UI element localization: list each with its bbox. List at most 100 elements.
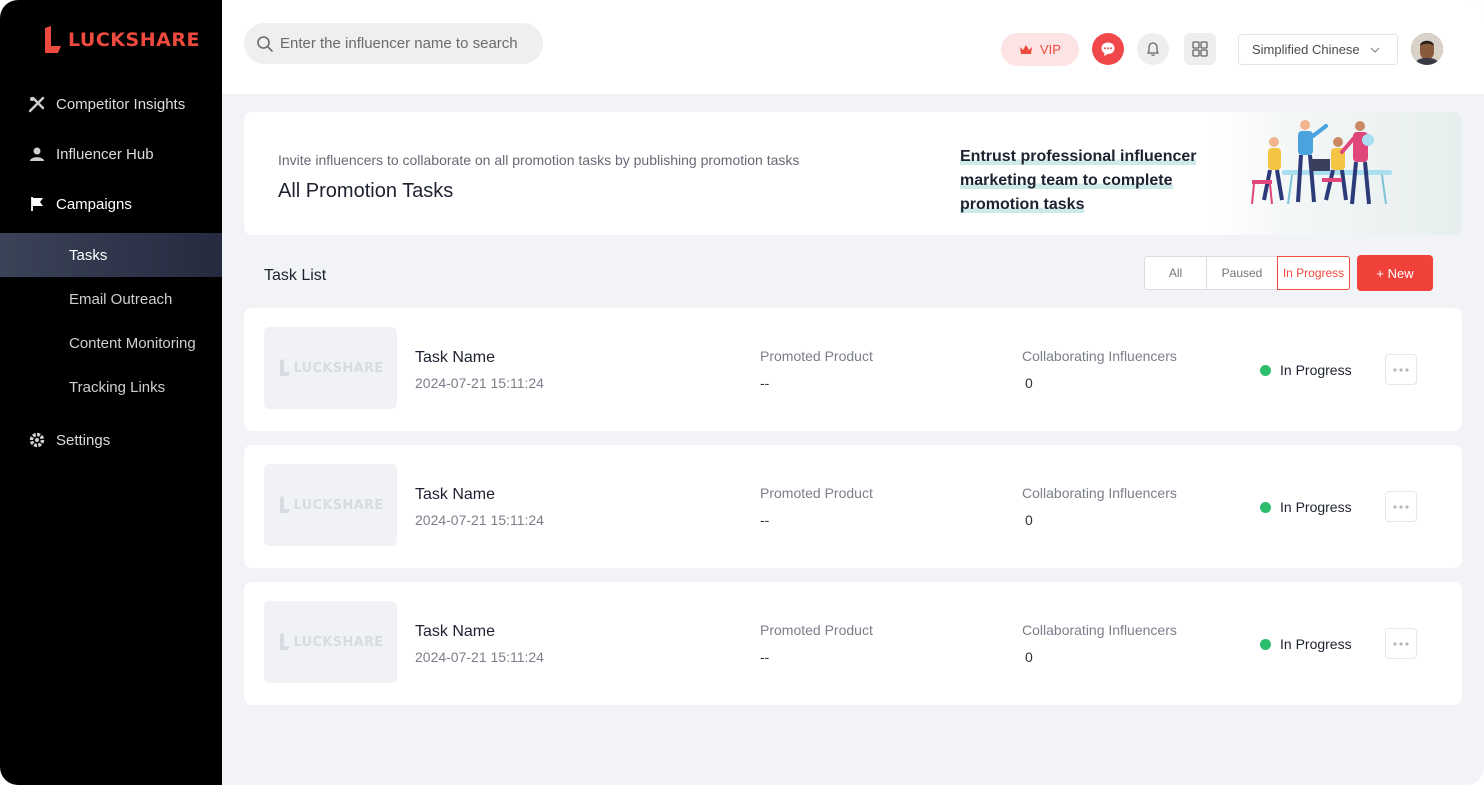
- ellipsis-icon: [1393, 641, 1409, 646]
- page-title: All Promotion Tasks: [278, 180, 454, 202]
- task-card[interactable]: LUCKSHARE Task Name 2024-07-21 15:11:24 …: [244, 308, 1462, 431]
- status-text: In Progress: [1280, 362, 1352, 378]
- sidebar-subitem-label: Tracking Links: [69, 378, 166, 396]
- promoted-product-label: Promoted Product: [760, 485, 873, 501]
- tab-paused[interactable]: Paused: [1206, 256, 1278, 290]
- chat-icon: [1101, 42, 1115, 56]
- logo-placeholder-icon: [279, 359, 290, 376]
- apps-button[interactable]: [1184, 33, 1216, 65]
- status-text: In Progress: [1280, 636, 1352, 652]
- vip-button[interactable]: VIP: [1001, 33, 1079, 66]
- influencer-icon: [28, 145, 46, 163]
- promoted-product-label: Promoted Product: [760, 348, 873, 364]
- brand-name: LUCKSHARE: [68, 29, 200, 51]
- sidebar-item-influencer-hub[interactable]: Influencer Hub: [0, 132, 222, 176]
- thumbnail-text: LUCKSHARE: [293, 497, 384, 513]
- brand-logo[interactable]: LUCKSHARE: [42, 26, 200, 54]
- app-window: LUCKSHARE Competitor Insights Influencer…: [0, 0, 1484, 785]
- grid-icon: [1192, 41, 1208, 57]
- promoted-product-value: --: [760, 512, 770, 528]
- sidebar-item-campaigns[interactable]: Campaigns: [0, 182, 222, 226]
- logo-placeholder-icon: [279, 633, 290, 650]
- language-label: Simplified Chinese: [1252, 42, 1360, 57]
- sidebar-subitem-email-outreach[interactable]: Email Outreach: [0, 277, 222, 321]
- search-bar[interactable]: [244, 23, 543, 64]
- thumbnail-text: LUCKSHARE: [293, 634, 384, 650]
- influencers-label: Collaborating Influencers: [1022, 485, 1177, 501]
- status-filter-tabs: All Paused In Progress: [1144, 256, 1350, 290]
- task-name[interactable]: Task Name: [415, 349, 495, 367]
- sidebar-subitem-content-monitoring[interactable]: Content Monitoring: [0, 321, 222, 365]
- more-options-button[interactable]: [1385, 491, 1417, 522]
- tab-all[interactable]: All: [1144, 256, 1207, 290]
- avatar[interactable]: [1411, 33, 1443, 65]
- promoted-product-value: --: [760, 375, 770, 391]
- promoted-product-value: --: [760, 649, 770, 665]
- sidebar: LUCKSHARE Competitor Insights Influencer…: [0, 0, 222, 785]
- competitor-icon: [28, 95, 46, 113]
- tab-in-progress[interactable]: In Progress: [1277, 256, 1350, 290]
- status-dot-icon: [1260, 364, 1271, 376]
- sidebar-item-label: Influencer Hub: [56, 145, 154, 163]
- task-thumbnail: LUCKSHARE: [264, 464, 397, 546]
- thumbnail-text: LUCKSHARE: [293, 360, 384, 376]
- banner-promo[interactable]: Entrust professional influencer marketin…: [960, 145, 1222, 217]
- sidebar-subitem-label: Content Monitoring: [69, 334, 196, 352]
- user-avatar-icon: [1411, 33, 1443, 65]
- vip-label: VIP: [1040, 42, 1061, 57]
- ellipsis-icon: [1393, 504, 1409, 509]
- search-icon: [257, 35, 273, 52]
- sidebar-subitem-label: Tasks: [69, 246, 108, 264]
- sidebar-subitem-tasks[interactable]: Tasks: [0, 233, 222, 277]
- status-badge: In Progress: [1260, 499, 1352, 515]
- messages-button[interactable]: [1092, 33, 1124, 65]
- influencers-count: 0: [1025, 375, 1033, 391]
- banner-subtitle: Invite influencers to collaborate on all…: [278, 152, 800, 168]
- influencers-count: 0: [1025, 512, 1033, 528]
- influencers-count: 0: [1025, 649, 1033, 665]
- new-task-button[interactable]: + New: [1357, 255, 1433, 291]
- ellipsis-icon: [1393, 367, 1409, 372]
- sidebar-item-settings[interactable]: Settings: [0, 418, 222, 462]
- more-options-button[interactable]: [1385, 628, 1417, 659]
- task-card[interactable]: LUCKSHARE Task Name 2024-07-21 15:11:24 …: [244, 582, 1462, 705]
- status-dot-icon: [1260, 638, 1271, 650]
- status-text: In Progress: [1280, 499, 1352, 515]
- sidebar-subitem-tracking-links[interactable]: Tracking Links: [0, 365, 222, 409]
- promoted-product-label: Promoted Product: [760, 622, 873, 638]
- logo-icon: [45, 26, 61, 53]
- promo-banner: Invite influencers to collaborate on all…: [244, 112, 1462, 235]
- task-list-title: Task List: [264, 267, 327, 284]
- language-select[interactable]: Simplified Chinese: [1238, 34, 1398, 65]
- logo-placeholder-icon: [279, 496, 290, 513]
- task-date: 2024-07-21 15:11:24: [415, 512, 544, 528]
- task-name[interactable]: Task Name: [415, 623, 495, 641]
- task-card[interactable]: LUCKSHARE Task Name 2024-07-21 15:11:24 …: [244, 445, 1462, 568]
- sidebar-item-label: Competitor Insights: [56, 95, 186, 113]
- flag-icon: [28, 195, 46, 213]
- status-badge: In Progress: [1260, 362, 1352, 378]
- crown-icon: [1020, 44, 1033, 54]
- influencers-label: Collaborating Influencers: [1022, 622, 1177, 638]
- search-input[interactable]: [280, 35, 530, 52]
- task-thumbnail: LUCKSHARE: [264, 327, 397, 409]
- team-illustration-art: [1251, 120, 1392, 205]
- gear-icon: [28, 431, 46, 449]
- top-header: VIP Simplified Chinese: [222, 0, 1484, 94]
- sidebar-item-competitor-insights[interactable]: Competitor Insights: [0, 82, 222, 126]
- team-illustration: [1212, 112, 1462, 235]
- bell-icon: [1146, 42, 1160, 56]
- task-name[interactable]: Task Name: [415, 486, 495, 504]
- notifications-button[interactable]: [1137, 33, 1169, 65]
- influencers-label: Collaborating Influencers: [1022, 348, 1177, 364]
- task-date: 2024-07-21 15:11:24: [415, 375, 544, 391]
- sidebar-item-label: Settings: [56, 431, 111, 449]
- sidebar-item-label: Campaigns: [56, 195, 132, 213]
- status-badge: In Progress: [1260, 636, 1352, 652]
- status-dot-icon: [1260, 501, 1271, 513]
- task-date: 2024-07-21 15:11:24: [415, 649, 544, 665]
- sidebar-subitem-label: Email Outreach: [69, 290, 173, 308]
- more-options-button[interactable]: [1385, 354, 1417, 385]
- banner-promo-text: Entrust professional influencer marketin…: [960, 148, 1197, 213]
- task-thumbnail: LUCKSHARE: [264, 601, 397, 683]
